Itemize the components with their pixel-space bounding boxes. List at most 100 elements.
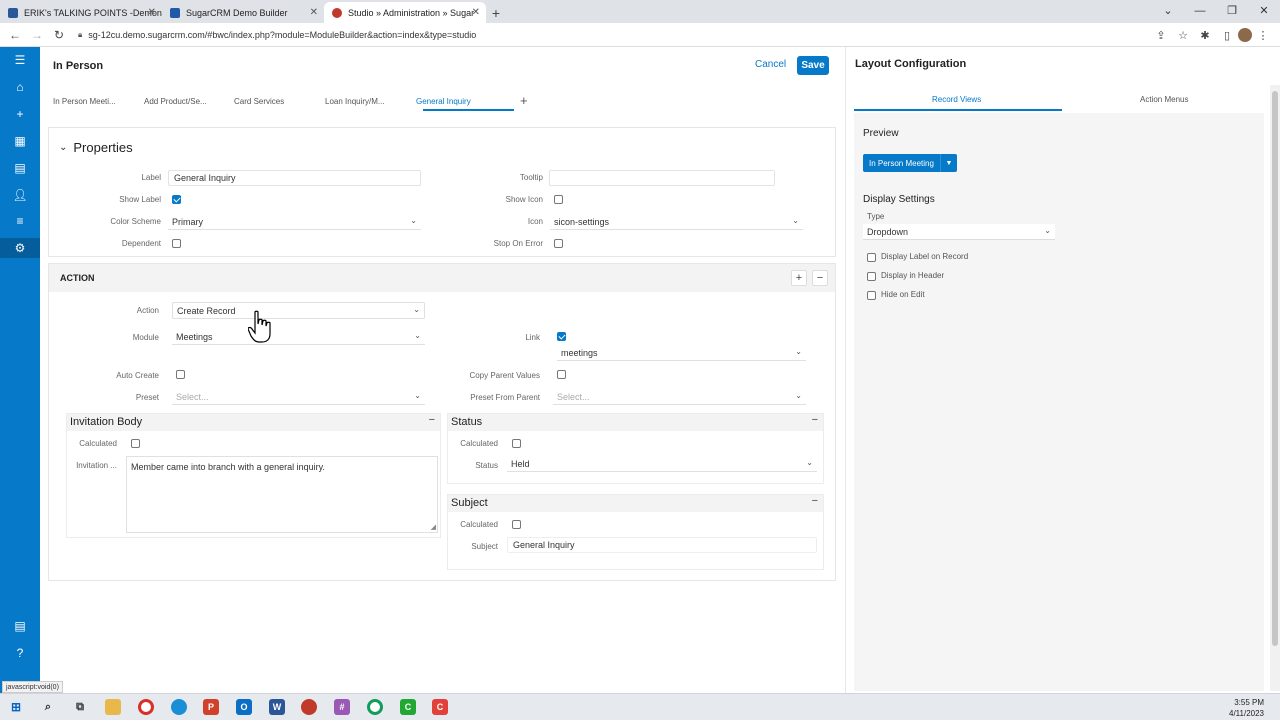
sidebar-toggle-icon[interactable]: ▯ [1216, 25, 1238, 45]
back-arrow-icon[interactable]: ← [4, 24, 26, 46]
tab-in-person-meeting[interactable]: In Person Meeti... [53, 97, 116, 106]
tab-action-menus[interactable]: Action Menus [1140, 95, 1188, 104]
calculated-checkbox[interactable] [131, 439, 140, 448]
link-select[interactable]: meetings ⌄ [557, 345, 806, 361]
collapse-button[interactable]: − [429, 414, 435, 426]
sugarcrm-app-icon[interactable] [301, 699, 317, 715]
module-select[interactable]: Meetings ⌄ [172, 329, 425, 345]
camtasia-recorder-icon[interactable]: C [432, 699, 448, 715]
url-field[interactable]: 🔒︎ sg-12cu.demo.sugarcrm.com/#bwc/index.… [78, 30, 476, 40]
copy-parent-checkbox[interactable] [557, 370, 566, 379]
scrollbar-thumb[interactable] [1272, 91, 1278, 646]
resize-handle-icon[interactable]: ◢ [431, 523, 436, 531]
tab-loan-inquiry[interactable]: Loan Inquiry/M... [325, 97, 385, 106]
stop-on-error-checkbox[interactable] [554, 239, 563, 248]
new-tab-button[interactable]: + [486, 2, 506, 23]
status-select[interactable]: Held ⌄ [507, 456, 817, 472]
task-view-icon[interactable]: ⧉ [72, 699, 88, 715]
user-icon[interactable]: 👤︎ [0, 185, 40, 205]
calculated-checkbox[interactable] [512, 520, 521, 529]
tooltip-label: Tooltip [519, 173, 543, 182]
hamburger-menu-icon[interactable]: ☰ [0, 50, 40, 70]
chevron-down-icon[interactable]: ⌄ [1152, 0, 1184, 21]
plus-icon[interactable]: + [0, 104, 40, 124]
document-icon[interactable]: ▤ [0, 616, 40, 636]
action-select[interactable]: Create Record ⌄ [172, 302, 425, 319]
star-icon[interactable]: ☆ [1172, 25, 1194, 45]
auto-create-checkbox[interactable] [176, 370, 185, 379]
add-tab-button[interactable]: + [520, 93, 528, 108]
scrollbar[interactable] [1270, 85, 1280, 691]
camtasia-icon[interactable]: C [400, 699, 416, 715]
icon-select[interactable]: sicon-settings ⌄ [550, 214, 803, 230]
calculator-icon[interactable]: ▤ [0, 158, 40, 178]
close-icon[interactable]: ✕ [310, 7, 318, 18]
tooltip-input[interactable] [549, 170, 775, 186]
extensions-icon[interactable]: ✱ [1194, 25, 1216, 45]
close-icon[interactable]: ✕ [1248, 0, 1280, 21]
properties-toggle[interactable]: ⌄ Properties [59, 140, 133, 155]
powerpoint-icon[interactable]: P [203, 699, 219, 715]
link-checkbox[interactable] [557, 332, 566, 341]
help-icon[interactable]: ? [0, 643, 40, 663]
display-label-checkbox[interactable] [867, 253, 876, 262]
remove-action-button[interactable]: − [812, 270, 828, 286]
chrome-profile-icon[interactable] [367, 699, 383, 715]
cancel-button[interactable]: Cancel [755, 59, 786, 70]
edge-icon[interactable] [171, 699, 187, 715]
calculated-checkbox[interactable] [512, 439, 521, 448]
color-scheme-select[interactable]: Primary ⌄ [168, 214, 421, 230]
filter-icon[interactable]: ≡ [0, 211, 40, 231]
label-input[interactable]: General Inquiry [168, 170, 421, 186]
home-icon[interactable]: ⌂ [0, 77, 40, 97]
collapse-button[interactable]: − [812, 495, 818, 507]
file-explorer-icon[interactable] [105, 699, 121, 715]
restore-icon[interactable]: ❐ [1216, 0, 1248, 21]
collapse-button[interactable]: − [812, 414, 818, 426]
avatar[interactable] [1238, 28, 1252, 42]
chrome-icon[interactable] [138, 699, 154, 715]
show-label-checkbox[interactable] [172, 195, 181, 204]
caret-down-icon[interactable]: ▼ [941, 160, 957, 167]
browser-tab-demo-builder[interactable]: SugarCRM Demo Builder ✕ [162, 2, 324, 23]
settings-icon[interactable]: ⚙ [0, 238, 40, 258]
outlook-icon[interactable]: O [236, 699, 252, 715]
share-icon[interactable]: ⇪ [1150, 25, 1172, 45]
tab-general-inquiry[interactable]: General Inquiry [416, 97, 471, 106]
save-button[interactable]: Save [797, 56, 829, 75]
type-select[interactable]: Dropdown ⌄ [863, 224, 1055, 240]
reload-icon[interactable]: ↻ [48, 24, 70, 46]
tab-card-services[interactable]: Card Services [234, 97, 284, 106]
invitation-body-textarea[interactable]: Member came into branch with a general i… [126, 456, 438, 533]
hand-cursor-icon [248, 310, 271, 343]
action-panel: ACTION + − Action Create Record ⌄ Module… [48, 263, 836, 581]
preset-parent-select[interactable]: Select... ⌄ [553, 389, 806, 405]
display-header-checkbox[interactable] [867, 272, 876, 281]
tab-add-product[interactable]: Add Product/Se... [144, 97, 207, 106]
system-clock[interactable]: 3:55 PM 4/11/2023 [1229, 697, 1264, 719]
subject-input[interactable]: General Inquiry [507, 537, 817, 553]
slack-icon[interactable]: # [334, 699, 350, 715]
preset-parent-placeholder: Select... [557, 391, 590, 402]
close-icon[interactable]: ✕ [472, 7, 480, 18]
layout-config-body: Record Views Action Menus Preview In Per… [854, 85, 1264, 691]
browser-tab-strip: ERIK's TALKING POINTS -Demon ✕ SugarCRM … [0, 0, 1280, 23]
windows-start-icon[interactable]: ⊞ [8, 699, 24, 715]
search-icon[interactable]: ⌕ [40, 699, 56, 715]
hide-on-edit-checkbox[interactable] [867, 291, 876, 300]
dependent-checkbox[interactable] [172, 239, 181, 248]
menu-dots-icon[interactable]: ⋮ [1252, 25, 1274, 45]
show-icon-checkbox[interactable] [554, 195, 563, 204]
minimize-icon[interactable]: — [1184, 0, 1216, 21]
tab-record-views[interactable]: Record Views [932, 95, 981, 104]
preset-select[interactable]: Select... ⌄ [172, 389, 425, 405]
browser-tab-talking-points[interactable]: ERIK's TALKING POINTS -Demon ✕ [0, 2, 162, 23]
close-icon[interactable]: ✕ [148, 7, 156, 18]
add-action-button[interactable]: + [791, 270, 807, 286]
word-icon[interactable]: W [269, 699, 285, 715]
auto-create-label: Auto Create [116, 371, 159, 380]
forward-arrow-icon[interactable]: → [26, 24, 48, 46]
dashboard-icon[interactable]: ▦ [0, 131, 40, 151]
preview-button[interactable]: In Person Meeting ▼ [863, 154, 957, 172]
browser-tab-studio[interactable]: Studio » Administration » Sugar ✕ [324, 2, 486, 23]
